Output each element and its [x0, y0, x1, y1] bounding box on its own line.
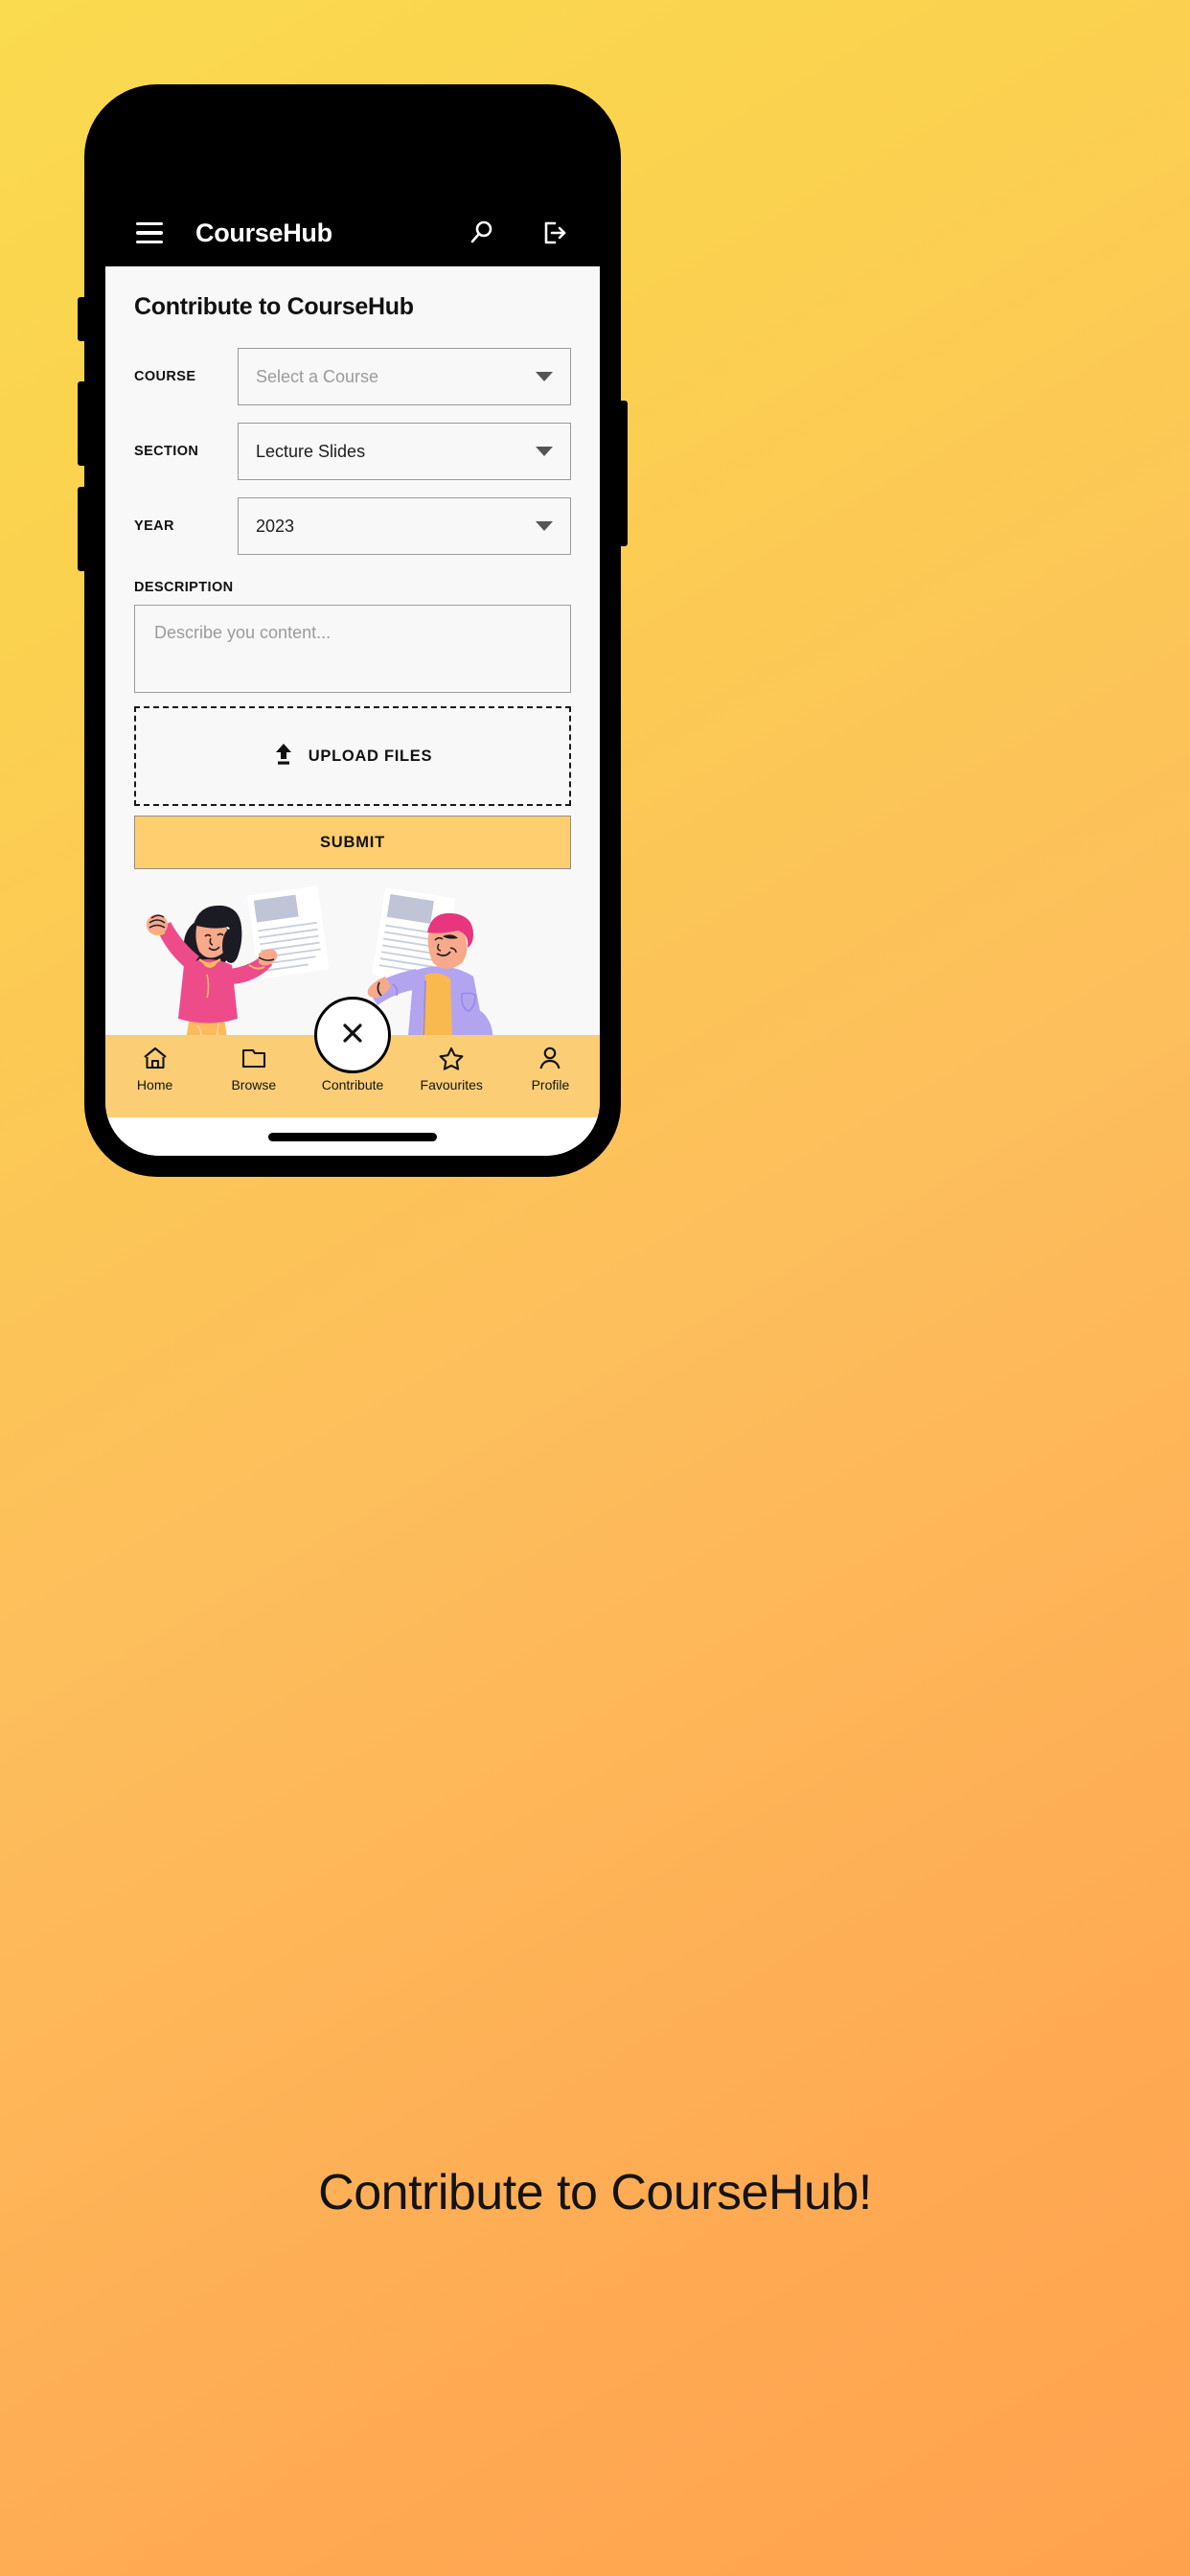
year-label: YEAR — [134, 518, 174, 534]
course-select[interactable]: Select a Course — [238, 348, 571, 405]
contribute-fab-close-button[interactable] — [314, 997, 391, 1073]
submit-button[interactable]: SUBMIT — [134, 816, 571, 869]
folder-icon — [240, 1045, 267, 1071]
app-content: Contribute to CourseHub COURSE Select a … — [105, 266, 600, 1156]
year-select[interactable]: 2023 — [238, 497, 571, 555]
section-select[interactable]: Lecture Slides — [238, 423, 571, 480]
status-bar-notch-area — [105, 105, 600, 199]
illustration-man — [367, 887, 493, 1035]
nav-label-browse: Browse — [231, 1077, 277, 1092]
logout-icon[interactable] — [540, 218, 569, 247]
nav-label-favourites: Favourites — [420, 1077, 483, 1092]
phone-volume-up-button[interactable] — [78, 381, 85, 466]
nav-item-home[interactable]: Home — [105, 1035, 204, 1092]
phone-screen: CourseHub Contribute to CourseHub COURSE… — [105, 105, 600, 1156]
section-select-value: Lecture Slides — [256, 441, 366, 461]
page-title: Contribute to CourseHub — [134, 293, 414, 320]
phone-silent-switch[interactable] — [78, 297, 85, 341]
form-row-section: SECTION Lecture Slides — [134, 423, 571, 480]
nav-label-contribute: Contribute — [321, 1077, 384, 1092]
home-indicator[interactable] — [268, 1132, 437, 1141]
hamburger-menu-icon[interactable] — [136, 222, 163, 243]
caption-text: Contribute to CourseHub! — [318, 2165, 872, 2220]
nav-item-profile[interactable]: Profile — [501, 1035, 600, 1092]
home-indicator-area — [105, 1117, 600, 1156]
home-icon — [142, 1045, 169, 1071]
course-select-value: Select a Course — [256, 366, 379, 386]
search-icon[interactable] — [468, 218, 496, 247]
close-x-icon — [338, 1019, 367, 1052]
nav-item-browse[interactable]: Browse — [204, 1035, 303, 1092]
illustration-woman — [147, 886, 330, 1035]
year-select-value: 2023 — [256, 516, 295, 536]
description-label: DESCRIPTION — [134, 580, 234, 595]
app-bar: CourseHub — [105, 199, 600, 266]
course-label: COURSE — [134, 369, 196, 384]
chevron-down-icon — [536, 521, 553, 531]
person-icon — [537, 1045, 563, 1071]
bottom-navigation-bar: Home Browse Contribute Favourites Profil… — [105, 997, 600, 1117]
nav-label-home: Home — [136, 1077, 173, 1092]
description-input[interactable]: Describe you content... — [134, 605, 571, 693]
form-row-course: COURSE Select a Course — [134, 348, 571, 405]
star-icon — [438, 1045, 465, 1071]
phone-frame: CourseHub Contribute to CourseHub COURSE… — [78, 84, 628, 1177]
phone-power-button[interactable] — [620, 401, 628, 546]
app-title: CourseHub — [195, 218, 332, 247]
phone-volume-down-button[interactable] — [78, 487, 85, 571]
chevron-down-icon — [536, 372, 553, 381]
nav-label-profile: Profile — [531, 1077, 570, 1092]
nav-item-favourites[interactable]: Favourites — [402, 1035, 501, 1092]
upload-files-label: UPLOAD FILES — [308, 747, 433, 765]
form-row-year: YEAR 2023 — [134, 497, 571, 555]
chevron-down-icon — [536, 447, 553, 456]
section-label: SECTION — [134, 444, 199, 459]
upload-arrow-icon — [273, 743, 294, 770]
upload-files-dropzone[interactable]: UPLOAD FILES — [134, 706, 571, 806]
contribute-form: COURSE Select a Course SECTION Lecture S… — [105, 321, 600, 869]
